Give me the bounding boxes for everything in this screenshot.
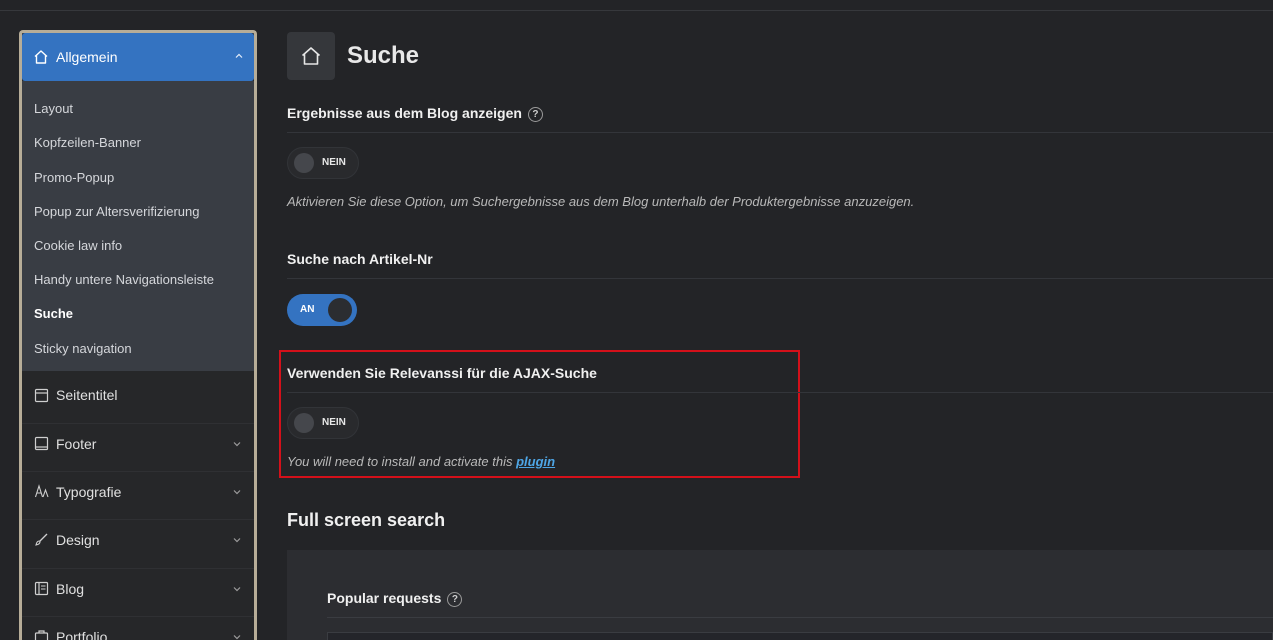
subnav-item-promo-popup[interactable]: Promo-Popup — [34, 170, 114, 185]
sidebar-section-allgemein[interactable]: Allgemein — [22, 33, 254, 81]
chevron-down-icon — [232, 632, 242, 640]
title-icon-box — [287, 32, 335, 80]
field-label-popular-requests: Popular requests? — [327, 590, 463, 607]
toggle-state-label: AN — [300, 304, 315, 315]
sidebar-item-label: Blog — [56, 580, 85, 597]
section-title-full-screen-search: Full screen search — [287, 510, 446, 530]
sidebar-item-typografie[interactable]: Typografie — [22, 471, 254, 511]
toggle-knob — [294, 153, 314, 173]
sidebar-item-label: Design — [56, 531, 100, 548]
toggle-knob — [294, 413, 314, 433]
popular-requests-input[interactable] — [327, 632, 1273, 640]
sidebar-item-design[interactable]: Design — [22, 519, 254, 559]
description-text: You will need to install and activate th… — [287, 454, 513, 469]
sidebar-item-label: Seitentitel — [56, 387, 118, 403]
help-icon[interactable]: ? — [527, 107, 543, 122]
sidebar-subnav: Layout Kopfzeilen-Banner Promo-Popup Pop… — [22, 81, 254, 371]
blog-icon — [34, 581, 49, 596]
divider — [327, 617, 1273, 618]
field-description: You will need to install and activate th… — [287, 454, 555, 469]
field-label-artikel-nr: Suche nach Artikel-Nr — [287, 251, 433, 267]
sidebar-item-blog[interactable]: Blog — [22, 568, 254, 608]
subnav-item-layout[interactable]: Layout — [34, 101, 73, 116]
sidebar-item-footer[interactable]: Footer — [22, 423, 254, 463]
toggle-artikel-nr[interactable]: AN — [287, 294, 357, 326]
toggle-relevanssi[interactable]: NEIN — [287, 407, 359, 439]
toggle-state-label: NEIN — [322, 417, 346, 428]
subnav-item-altersverifizierung[interactable]: Popup zur Altersverifizierung — [34, 204, 199, 219]
field-label-relevanssi: Verwenden Sie Relevanssi für die AJAX-Su… — [287, 365, 597, 381]
chevron-down-icon — [232, 535, 242, 545]
typography-icon — [34, 484, 49, 499]
home-icon — [33, 49, 49, 65]
field-label-blog-results: Ergebnisse aus dem Blog anzeigen? — [287, 105, 543, 122]
chevron-up-icon — [234, 51, 244, 61]
footer-icon — [34, 436, 49, 451]
subnav-item-kopfzeilen-banner[interactable]: Kopfzeilen-Banner — [34, 135, 141, 150]
toggle-blog-results[interactable]: NEIN — [287, 147, 359, 179]
chevron-down-icon — [232, 487, 242, 497]
page-icon — [34, 388, 49, 403]
subnav-item-cookie-law-info[interactable]: Cookie law info — [34, 238, 122, 253]
toggle-state-label: NEIN — [322, 157, 346, 168]
portfolio-icon — [34, 629, 49, 640]
brush-icon — [34, 532, 49, 547]
sidebar-item-seitentitel[interactable]: Seitentitel — [22, 375, 254, 415]
chevron-down-icon — [232, 439, 242, 449]
subnav-item-suche[interactable]: Suche — [34, 306, 73, 321]
field-label-text: Popular requests — [327, 590, 442, 606]
settings-sidebar: Allgemein Layout Kopfzeilen-Banner Promo… — [19, 30, 257, 640]
page-title: Suche — [347, 42, 420, 69]
field-label-text: Ergebnisse aus dem Blog anzeigen — [287, 105, 522, 121]
sidebar-item-label: Portfolio — [56, 628, 108, 640]
field-description: Aktivieren Sie diese Option, um Sucherge… — [287, 194, 915, 209]
subnav-item-sticky-navigation[interactable]: Sticky navigation — [34, 341, 132, 356]
help-icon[interactable]: ? — [447, 592, 463, 607]
plugin-link[interactable]: plugin — [516, 454, 555, 469]
sidebar-item-portfolio[interactable]: Portfolio — [22, 616, 254, 640]
divider — [287, 132, 1273, 133]
top-divider — [0, 10, 1273, 11]
subnav-item-handy-navigationsleiste[interactable]: Handy untere Navigationsleiste — [34, 272, 214, 287]
sidebar-item-label: Footer — [56, 435, 97, 452]
divider — [287, 278, 1273, 279]
chevron-down-icon — [232, 584, 242, 594]
sidebar-item-label: Typografie — [56, 483, 122, 500]
home-icon — [300, 45, 322, 67]
divider — [287, 392, 1273, 393]
toggle-knob — [328, 298, 352, 322]
sidebar-section-label: Allgemein — [56, 49, 118, 65]
